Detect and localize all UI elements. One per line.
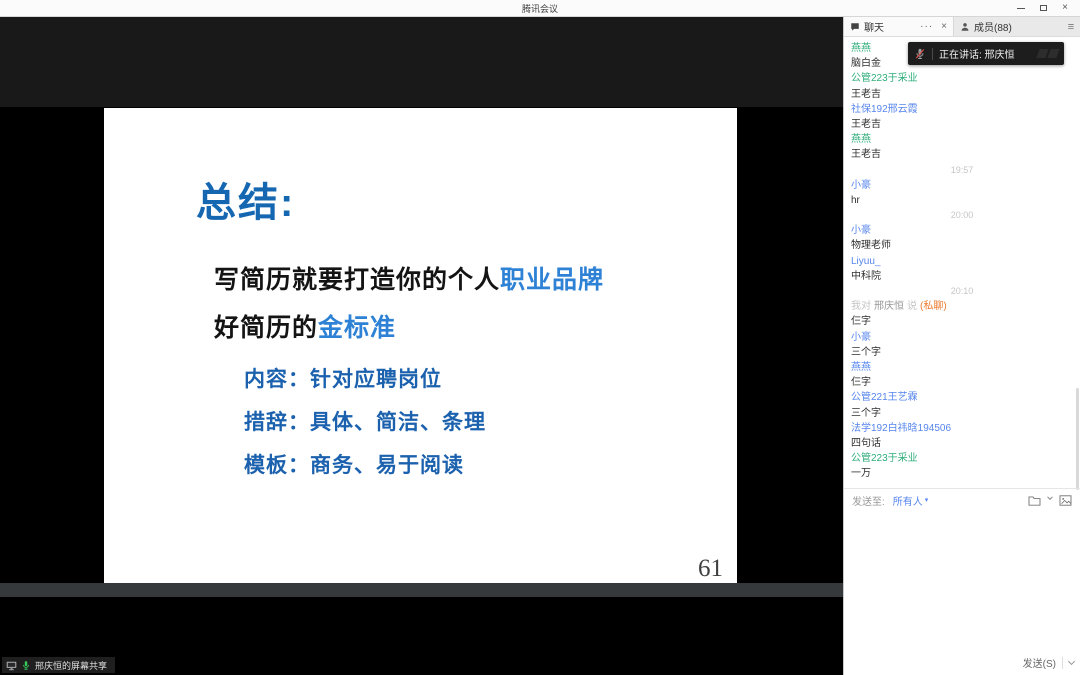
chat-name[interactable]: 小豪 bbox=[851, 223, 1073, 238]
chat-time: 20:10 bbox=[851, 284, 1073, 299]
send-to-row: 发送至: 所有人 ▾ bbox=[844, 488, 1080, 511]
chat-msg: 王老吉 bbox=[851, 117, 1073, 132]
send-to-label: 发送至: bbox=[852, 493, 885, 508]
minimize-icon[interactable] bbox=[1010, 0, 1032, 16]
close-icon[interactable]: × bbox=[1054, 0, 1076, 16]
chat-name[interactable]: 小豪 bbox=[851, 178, 1073, 193]
screen-share-label: 邢庆恒的屏幕共享 bbox=[35, 659, 107, 672]
slide-page-number: 61 bbox=[698, 555, 723, 583]
share-top-band bbox=[0, 17, 843, 107]
send-to-select[interactable]: 所有人 ▾ bbox=[893, 493, 929, 508]
chat-name[interactable]: Liyuu_ bbox=[851, 254, 1073, 269]
screen-share-badge[interactable]: 邢庆恒的屏幕共享 bbox=[2, 657, 115, 673]
mic-icon bbox=[21, 660, 31, 671]
chat-tab-bar: 聊天 ··· × 成员(88) ≡ bbox=[844, 17, 1080, 37]
chat-name[interactable]: 小豪 bbox=[851, 330, 1073, 345]
window-controls: × bbox=[1010, 0, 1076, 16]
chat-name[interactable]: 公管223于采业 bbox=[851, 71, 1073, 86]
toast-decoration bbox=[1038, 49, 1058, 58]
chat-input[interactable] bbox=[844, 511, 1080, 645]
toast-divider bbox=[932, 48, 933, 60]
chat-msg: 物理老师 bbox=[851, 238, 1073, 253]
chat-time: 19:57 bbox=[851, 163, 1073, 178]
chat-name[interactable]: 公管221王艺霖 bbox=[851, 390, 1073, 405]
image-icon[interactable] bbox=[1059, 495, 1072, 506]
chat-panel: 聊天 ··· × 成员(88) ≡ 燕燕脑白金公管223于采业王老吉社保192邢… bbox=[843, 17, 1080, 675]
presentation-slide: 总结: 写简历就要打造你的个人职业品牌 好简历的金标准 内容：针对应聘岗位 措辞… bbox=[104, 108, 737, 583]
folder-icon[interactable] bbox=[1028, 495, 1041, 506]
chat-msg: 中科院 bbox=[851, 269, 1073, 284]
chat-msg: 三个字 bbox=[851, 345, 1073, 360]
tab-members[interactable]: 成员(88) bbox=[954, 17, 1062, 36]
speaking-toast: 正在讲话: 邢庆恒 bbox=[908, 42, 1064, 65]
chat-close-icon[interactable]: × bbox=[941, 21, 947, 32]
send-button[interactable]: 发送(S) bbox=[1023, 655, 1056, 670]
chat-msg: 四句话 bbox=[851, 436, 1073, 451]
chat-name[interactable]: 公管223于采业 bbox=[851, 451, 1073, 466]
chat-msg: 三个字 bbox=[851, 406, 1073, 421]
folder-dropdown-icon[interactable] bbox=[1047, 494, 1053, 500]
send-divider bbox=[1062, 657, 1063, 669]
chat-name[interactable]: 社保192邢云霞 bbox=[851, 102, 1073, 117]
send-row: 发送(S) bbox=[1023, 655, 1074, 670]
chat-scrollbar[interactable] bbox=[1076, 388, 1079, 490]
chat-name[interactable]: 法学192白祎晗194506 bbox=[851, 421, 1073, 436]
slide-bullet-2: 措辞：具体、简洁、条理 bbox=[244, 406, 486, 436]
chevron-down-icon: ▾ bbox=[925, 496, 929, 504]
chat-msg: 仨字 bbox=[851, 314, 1073, 329]
share-bottom-strip bbox=[0, 583, 843, 597]
screen-share-area: 总结: 写简历就要打造你的个人职业品牌 好简历的金标准 内容：针对应聘岗位 措辞… bbox=[0, 17, 843, 675]
chat-more-icon[interactable]: ··· bbox=[920, 21, 933, 32]
chat-message-list: 燕燕脑白金公管223于采业王老吉社保192邢云霞王老吉燕燕王老吉19:57小豪h… bbox=[844, 37, 1080, 488]
monitor-icon bbox=[6, 660, 17, 671]
send-to-value: 所有人 bbox=[893, 493, 923, 508]
chat-msg: 仨字 bbox=[851, 375, 1073, 390]
slide-line-1: 写简历就要打造你的个人职业品牌 bbox=[214, 260, 604, 296]
window-title: 腾讯会议 bbox=[0, 2, 1080, 15]
chat-bubble-icon bbox=[850, 22, 860, 32]
tab-chat-label: 聊天 bbox=[864, 19, 884, 34]
chat-msg: 一万 bbox=[851, 466, 1073, 481]
members-icon bbox=[960, 22, 970, 32]
tab-chat[interactable]: 聊天 ··· × bbox=[844, 17, 954, 36]
slide-line-2: 好简历的金标准 bbox=[214, 308, 396, 344]
speaking-label: 正在讲话: 邢庆恒 bbox=[939, 46, 1015, 61]
slide-title: 总结: bbox=[196, 170, 295, 228]
chat-msg: hr bbox=[851, 193, 1073, 208]
panel-menu-icon[interactable]: ≡ bbox=[1062, 17, 1080, 36]
chat-name[interactable]: 燕燕 bbox=[851, 132, 1073, 147]
titlebar: 腾讯会议 × bbox=[0, 0, 1080, 17]
chat-name[interactable]: 燕燕 bbox=[851, 360, 1073, 375]
send-options-icon[interactable] bbox=[1068, 657, 1075, 664]
slide-bullet-1: 内容：针对应聘岗位 bbox=[244, 363, 442, 393]
app-window: 腾讯会议 × 总结: 写简历就要打造你的个人职业品牌 好简历的金标准 内容：针对… bbox=[0, 0, 1080, 675]
muted-mic-icon bbox=[914, 48, 926, 60]
chat-time: 20:00 bbox=[851, 208, 1073, 223]
slide-bullet-3: 模板：商务、易于阅读 bbox=[244, 449, 464, 479]
chat-private: 我对邢庆恒说(私聊) bbox=[851, 299, 1073, 314]
chat-msg: 王老吉 bbox=[851, 87, 1073, 102]
chat-msg: 王老吉 bbox=[851, 147, 1073, 162]
maximize-icon[interactable] bbox=[1032, 0, 1054, 16]
tab-members-label: 成员(88) bbox=[974, 19, 1012, 34]
